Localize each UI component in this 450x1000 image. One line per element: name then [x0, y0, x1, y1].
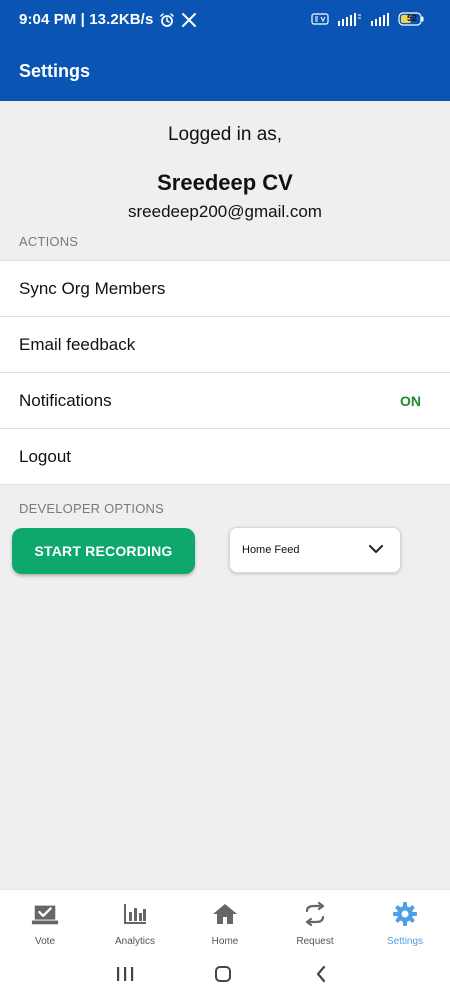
profile-name: Sreedeep CV: [157, 170, 293, 195]
top-app-area: 9:04 PM | 13.2KB/s 52 Settings: [0, 0, 450, 101]
signal-icon: [337, 12, 362, 26]
volte-icon: [311, 13, 329, 25]
recent-apps-icon[interactable]: [112, 962, 138, 986]
screen-select-dropdown[interactable]: Home Feed: [229, 527, 401, 573]
nav-label-request: Request: [296, 936, 334, 947]
nav-item-request[interactable]: Request: [270, 890, 360, 954]
nav-label-home: Home: [211, 936, 239, 947]
start-recording-button[interactable]: START RECORDING: [12, 528, 195, 574]
nav-label-analytics: Analytics: [114, 936, 155, 947]
sync-org-members-row[interactable]: Sync Org Members: [0, 261, 450, 317]
system-navigation-bar: [0, 953, 450, 1000]
logged-in-label: Logged in as,: [167, 124, 283, 145]
notifications-row[interactable]: Notifications ON: [0, 373, 450, 429]
nav-item-vote[interactable]: Vote: [0, 890, 90, 954]
notifications-status: ON: [400, 392, 421, 409]
back-icon[interactable]: [308, 962, 334, 986]
settings-icon: [391, 900, 419, 928]
email-feedback-label: Email feedback: [19, 334, 136, 354]
home-icon: [211, 900, 239, 928]
battery-icon: 52: [398, 12, 425, 26]
signal-secondary-icon: [370, 12, 390, 26]
settings-content: Logged in as, Sreedeep CV sreedeep200@gm…: [0, 101, 450, 889]
sync-org-members-label: Sync Org Members: [19, 278, 166, 298]
nav-label-settings: Settings: [386, 936, 424, 947]
nav-item-settings[interactable]: Settings: [360, 890, 450, 954]
actions-section-header: ACTIONS: [19, 234, 79, 249]
actions-list: Sync Org Members Email feedback Notifica…: [0, 260, 450, 485]
battery-percent: 52: [407, 13, 418, 23]
nav-label-vote: Vote: [34, 936, 56, 947]
request-icon: [301, 900, 329, 928]
status-bar: 9:04 PM | 13.2KB/s 52: [0, 0, 450, 42]
nav-item-home[interactable]: Home: [180, 890, 270, 954]
email-feedback-row[interactable]: Email feedback: [0, 317, 450, 373]
bottom-navigation: Vote Analytics Home Request Settings: [0, 889, 450, 954]
logout-label: Logout: [19, 446, 71, 466]
x-app-icon: [181, 12, 197, 28]
status-bar-right: 52: [311, 12, 425, 26]
home-system-icon[interactable]: [210, 962, 236, 986]
vote-icon: [31, 900, 59, 928]
nav-item-analytics[interactable]: Analytics: [90, 890, 180, 954]
profile-email: sreedeep200@gmail.com: [128, 202, 322, 221]
developer-section-header: DEVELOPER OPTIONS: [19, 501, 164, 516]
notifications-label: Notifications: [19, 390, 112, 410]
logout-row[interactable]: Logout: [0, 429, 450, 485]
status-bar-left: 9:04 PM | 13.2KB/s: [19, 11, 197, 28]
dropdown-selected-value: Home Feed: [242, 544, 300, 556]
analytics-icon: [121, 900, 149, 928]
app-bar-title: Settings: [19, 61, 91, 81]
chevron-down-icon: [368, 541, 384, 559]
alarm-icon: [159, 12, 175, 28]
status-time-speed: 9:04 PM | 13.2KB/s: [19, 11, 154, 28]
